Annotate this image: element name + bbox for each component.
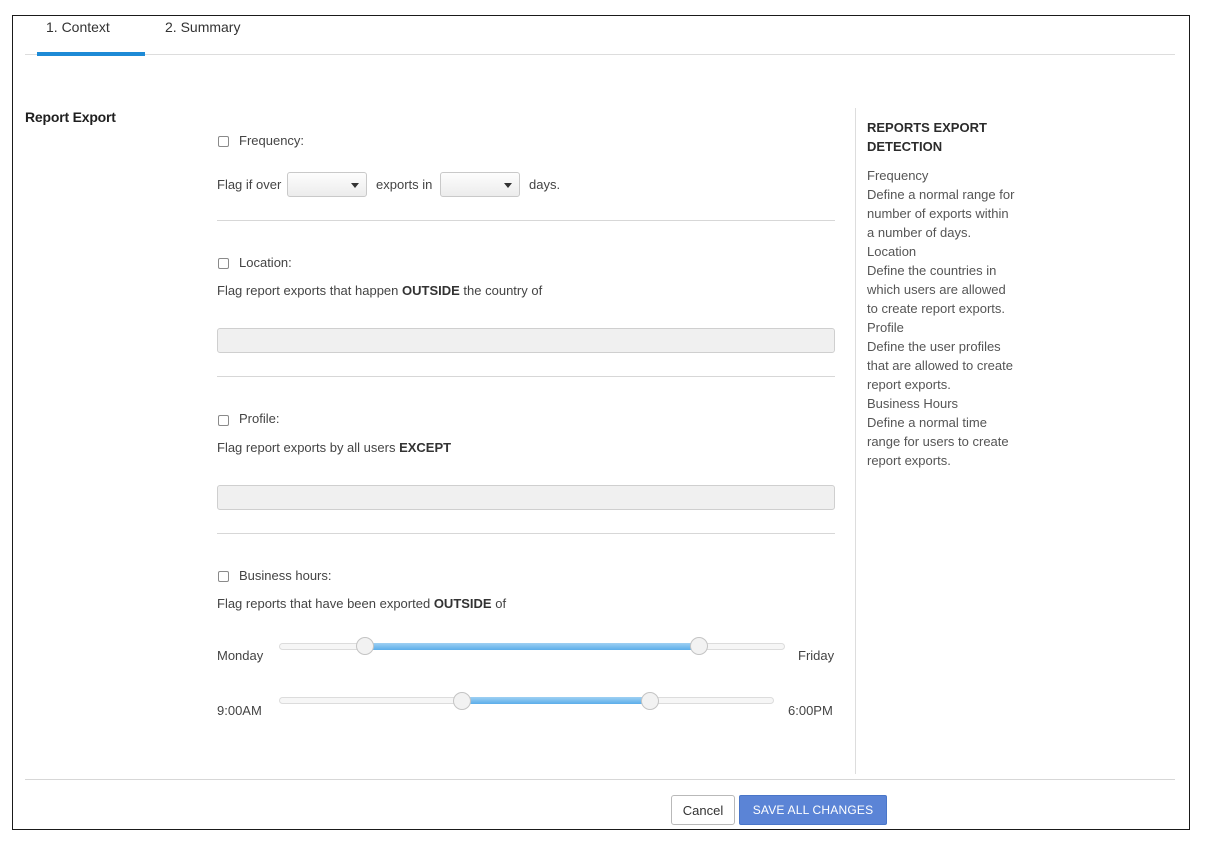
section-title: Report Export [25, 109, 116, 125]
profile-label: Profile: [239, 411, 280, 426]
help-line: Business Hours [867, 396, 959, 411]
location-checkbox[interactable] [218, 258, 229, 269]
chevron-down-icon [504, 183, 512, 188]
cancel-button[interactable]: Cancel [671, 795, 735, 825]
help-line: that are allowed to create [867, 358, 1013, 373]
help-line: Define the countries in [867, 263, 997, 278]
footer-divider [25, 779, 1175, 780]
help-line: which users are allowed [867, 282, 1006, 297]
divider [217, 533, 835, 534]
help-line: a number of days. [867, 225, 972, 240]
settings-panel: 1. Context 2. Summary Report Export Freq… [12, 15, 1190, 830]
help-line: report exports. [867, 377, 951, 392]
time-range-max-label: 6:00PM [788, 703, 833, 718]
divider [217, 376, 835, 377]
profile-desc-prefix: Flag report exports by all users [217, 440, 400, 455]
frequency-checkbox[interactable] [218, 136, 229, 147]
day-range-end-handle[interactable] [689, 637, 708, 655]
day-range-slider[interactable] [279, 643, 785, 650]
time-range-min-label: 9:00AM [217, 703, 262, 718]
help-line: Define the user profiles [867, 339, 1001, 354]
days-label: days. [529, 177, 561, 192]
help-line: Define a normal range for [867, 187, 1015, 202]
business-hours-desc-bold: OUTSIDE [433, 596, 492, 611]
time-range-end-handle[interactable] [641, 692, 660, 710]
time-range-start-handle[interactable] [453, 692, 472, 710]
location-desc-bold: OUTSIDE [402, 283, 460, 298]
exports-count-select[interactable] [287, 172, 367, 197]
exports-in-label: exports in [376, 177, 433, 192]
business-hours-label: Business hours: [239, 568, 332, 583]
time-range-fill [463, 697, 652, 704]
frequency-flag-prefix: Flag if over [217, 177, 282, 192]
save-all-changes-button[interactable]: SAVE ALL CHANGES [739, 795, 887, 825]
sidebar-divider [855, 108, 856, 774]
location-country-input[interactable] [217, 328, 835, 353]
divider [217, 220, 835, 221]
day-range-fill [366, 643, 700, 650]
help-line: Frequency [867, 168, 929, 183]
active-tab-indicator [37, 52, 145, 56]
tab-bar: 1. Context 2. Summary [25, 16, 1175, 56]
profile-description: Flag report exports by all users EXCEPT [217, 440, 451, 455]
frequency-label: Frequency: [239, 133, 305, 148]
help-title: REPORTS EXPORT DETECTION [867, 120, 987, 154]
profile-desc-bold: EXCEPT [399, 440, 452, 455]
help-line: to create report exports. [867, 301, 1006, 316]
tab-context[interactable]: 1. Context [46, 19, 110, 35]
profile-checkbox[interactable] [218, 415, 229, 426]
business-hours-description: Flag reports that have been exported OUT… [217, 596, 506, 611]
help-line: range for users to create [867, 434, 1009, 449]
time-range-slider[interactable] [279, 697, 774, 704]
day-range-max-label: Friday [798, 648, 835, 663]
day-range-min-label: Monday [217, 648, 264, 663]
day-range-start-handle[interactable] [356, 637, 375, 655]
help-line: Define a normal time [867, 415, 987, 430]
chevron-down-icon [351, 183, 359, 188]
help-line: report exports. [867, 453, 951, 468]
business-hours-desc-suffix: of [491, 596, 507, 611]
help-line: Location [867, 244, 917, 259]
location-label: Location: [239, 255, 292, 270]
days-count-select[interactable] [440, 172, 520, 197]
location-description: Flag report exports that happen OUTSIDE … [217, 283, 542, 298]
help-line: Profile [867, 320, 904, 335]
location-desc-prefix: Flag report exports that happen [217, 283, 403, 298]
help-line: number of exports within [867, 206, 1009, 221]
business-hours-desc-prefix: Flag reports that have been exported [217, 596, 434, 611]
location-desc-suffix: the country of [459, 283, 543, 298]
profile-users-input[interactable] [217, 485, 835, 510]
business-hours-checkbox[interactable] [218, 571, 229, 582]
tab-summary[interactable]: 2. Summary [165, 19, 240, 35]
